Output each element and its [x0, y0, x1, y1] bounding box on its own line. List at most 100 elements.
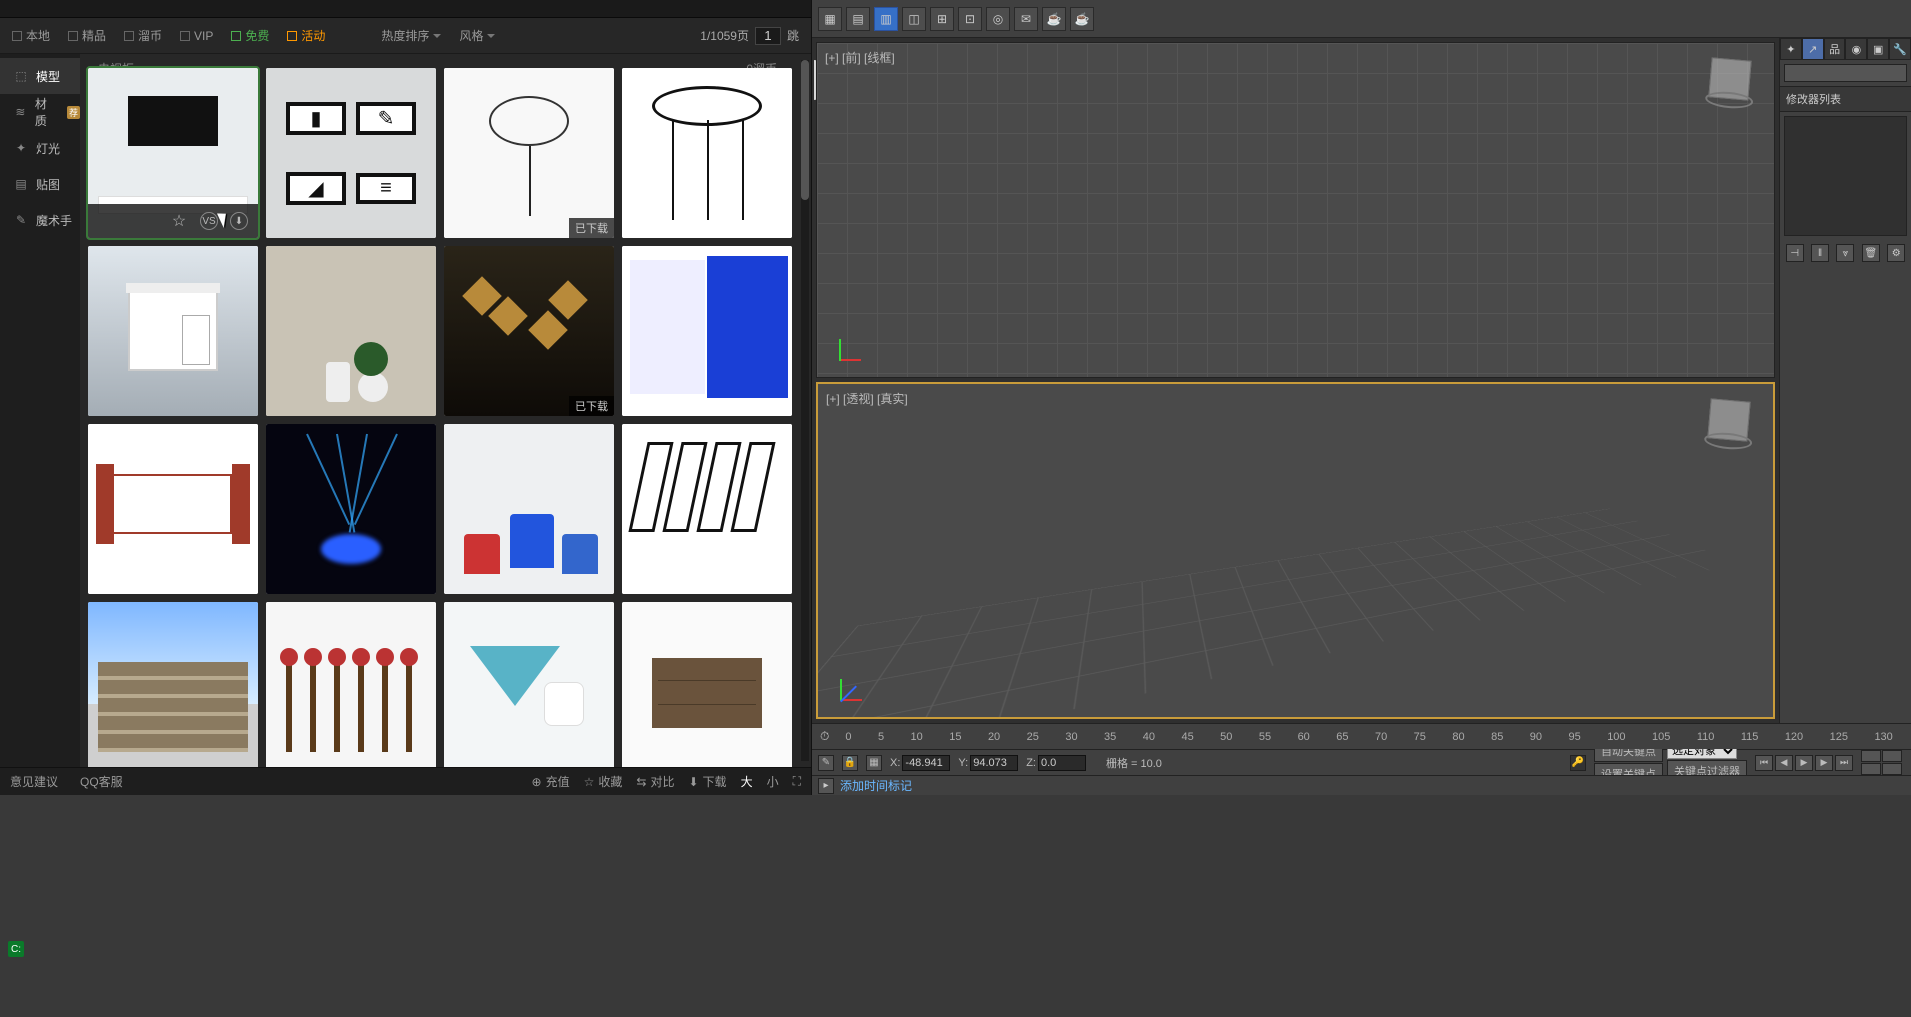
- sort-hot[interactable]: 热度排序: [381, 27, 441, 44]
- viewcube[interactable]: [1708, 57, 1751, 100]
- pin-stack-button[interactable]: ⊣: [1786, 244, 1804, 262]
- pager-jump[interactable]: 跳: [787, 27, 799, 44]
- compare-button[interactable]: ⇆ 对比: [636, 773, 674, 790]
- viewport-label-persp[interactable]: [+] [透视] [真实]: [826, 390, 908, 407]
- show-end-button[interactable]: ‖: [1811, 244, 1829, 262]
- goto-start-button[interactable]: ⏮: [1755, 755, 1773, 771]
- prompt-icon[interactable]: ✎: [818, 755, 834, 771]
- thumb-plastic-stools[interactable]: [444, 424, 614, 594]
- download-icon[interactable]: ⬇: [230, 212, 248, 230]
- cmd-tab-motion[interactable]: ◉: [1845, 38, 1867, 60]
- sidebar-item-model[interactable]: ⬚ 模型: [0, 58, 80, 94]
- coord-z-input[interactable]: [1038, 755, 1086, 771]
- filter-local[interactable]: 本地: [12, 27, 50, 44]
- vs-icon[interactable]: VS: [200, 212, 218, 230]
- prev-frame-button[interactable]: ◀: [1775, 755, 1793, 771]
- timeline-tick: 120: [1785, 731, 1803, 743]
- toolbar-btn-3[interactable]: ▥: [874, 7, 898, 31]
- thumb-hotel-corridor[interactable]: 已下载: [444, 246, 614, 416]
- sidebar-item-light[interactable]: ✦ 灯光: [0, 130, 80, 166]
- download-icon: ⬇: [688, 775, 698, 789]
- toolbar-btn-9[interactable]: ☕: [1042, 7, 1066, 31]
- coord-y-input[interactable]: [970, 755, 1018, 771]
- thumb-stage-lighting[interactable]: [266, 424, 436, 594]
- play-button[interactable]: ▶: [1795, 755, 1813, 771]
- thumb-cyan-side-table[interactable]: [444, 602, 614, 767]
- next-frame-button[interactable]: ▶: [1815, 755, 1833, 771]
- filter-coin[interactable]: 溜币: [124, 27, 162, 44]
- lock-icon[interactable]: 🔒: [842, 755, 858, 771]
- timeline-lock-icon[interactable]: ⏱: [820, 729, 829, 744]
- thumb-round-side-table[interactable]: 已下载: [444, 68, 614, 238]
- thumb-office-building[interactable]: [88, 602, 258, 767]
- cmd-tab-hierarchy[interactable]: 品: [1824, 38, 1846, 60]
- recharge-button[interactable]: ⊕ 充值: [532, 773, 570, 790]
- goto-end-button[interactable]: ⏭: [1835, 755, 1853, 771]
- thumb-black-side-table[interactable]: [622, 68, 792, 238]
- size-small-button[interactable]: 小: [767, 773, 779, 790]
- maximize-button[interactable]: [1882, 763, 1902, 775]
- toolbar-btn-6[interactable]: ⊡: [958, 7, 982, 31]
- filter-activity[interactable]: 活动: [287, 27, 325, 44]
- key-icon[interactable]: 🔑: [1570, 755, 1586, 771]
- feedback-link[interactable]: 意见建议: [10, 773, 58, 790]
- viewcube[interactable]: [1707, 398, 1750, 441]
- sort-style[interactable]: 风格: [459, 27, 495, 44]
- thumb-guard-booth[interactable]: [88, 246, 258, 416]
- sidebar-item-material[interactable]: ≋ 材质 荐: [0, 94, 80, 130]
- qq-service-link[interactable]: QQ客服: [80, 773, 123, 790]
- scrollbar-thumb[interactable]: [801, 60, 809, 200]
- cmd-tab-modify[interactable]: ↗: [1802, 38, 1824, 60]
- cmd-tab-utilities[interactable]: 🔧: [1889, 38, 1911, 60]
- viewport-label-front[interactable]: [+] [前] [线框]: [825, 49, 895, 66]
- filter-free[interactable]: 免费: [231, 27, 269, 44]
- unique-button[interactable]: ⩔: [1836, 244, 1854, 262]
- toolbar-btn-8[interactable]: ✉: [1014, 7, 1038, 31]
- toolbar-btn-5[interactable]: ⊞: [930, 7, 954, 31]
- sidebar-item-magic[interactable]: ✎ 魔术手: [0, 202, 80, 238]
- thumb-wood-dresser[interactable]: [622, 602, 792, 767]
- snap-icon[interactable]: ▦: [866, 755, 882, 771]
- download-button[interactable]: ⬇ 下载: [688, 773, 726, 790]
- favorite-button[interactable]: ☆ 收藏: [584, 773, 623, 790]
- coord-x-input[interactable]: [902, 755, 950, 771]
- star-icon[interactable]: ☆: [170, 212, 188, 230]
- thumb-table-legs[interactable]: [622, 424, 792, 594]
- timeline[interactable]: ⏱ 05101520253035404550556065707580859095…: [812, 723, 1911, 749]
- toolbar-btn-7[interactable]: ◎: [986, 7, 1010, 31]
- thumb-exhibition-hall[interactable]: [622, 246, 792, 416]
- fov-button[interactable]: [1861, 763, 1881, 775]
- viewport-front[interactable]: [+] [前] [线框]: [816, 42, 1775, 378]
- pan-button[interactable]: [1861, 750, 1881, 762]
- thumb-street-lamps[interactable]: [266, 602, 436, 767]
- add-time-tag[interactable]: 添加时间标记: [840, 777, 912, 794]
- cmd-tab-create[interactable]: ✦: [1780, 38, 1802, 60]
- filter-vip[interactable]: VIP: [180, 29, 213, 43]
- cmd-tab-display[interactable]: ▣: [1867, 38, 1889, 60]
- thumb-tv-cabinet[interactable]: ☆ VS ⬇: [88, 68, 258, 238]
- thumb-photo-frames[interactable]: ▮✎◢≡: [266, 68, 436, 238]
- asset-sidebar: ⬚ 模型 ≋ 材质 荐 ✦ 灯光 ▤ 贴图 ✎ 魔术手: [0, 54, 80, 767]
- script-icon[interactable]: ▸: [818, 778, 834, 794]
- thumb-planter-corner[interactable]: [266, 246, 436, 416]
- toolbar-btn-1[interactable]: ▦: [818, 7, 842, 31]
- fullscreen-button[interactable]: ⛶: [793, 774, 801, 789]
- remove-button[interactable]: 🗑: [1862, 244, 1880, 262]
- c-drive-badge[interactable]: C:: [8, 941, 24, 957]
- asset-scrollbar[interactable]: [801, 60, 809, 761]
- object-name-field[interactable]: [1784, 64, 1907, 82]
- orbit-button[interactable]: [1882, 750, 1902, 762]
- downloaded-tag: 已下载: [569, 218, 614, 238]
- sidebar-item-texture[interactable]: ▤ 贴图: [0, 166, 80, 202]
- thumb-culture-sign[interactable]: [88, 424, 258, 594]
- toolbar-btn-4[interactable]: ◫: [902, 7, 926, 31]
- pager-input[interactable]: [755, 27, 781, 45]
- toolbar-btn-10[interactable]: ☕: [1070, 7, 1094, 31]
- size-big-button[interactable]: 大: [741, 773, 753, 790]
- config-button[interactable]: ⚙: [1887, 244, 1905, 262]
- toolbar-btn-2[interactable]: ▤: [846, 7, 870, 31]
- viewport-perspective[interactable]: [+] [透视] [真实]: [816, 382, 1775, 720]
- modifier-list-label[interactable]: 修改器列表: [1780, 86, 1911, 112]
- filter-boutique[interactable]: 精品: [68, 27, 106, 44]
- modifier-stack[interactable]: [1784, 116, 1907, 236]
